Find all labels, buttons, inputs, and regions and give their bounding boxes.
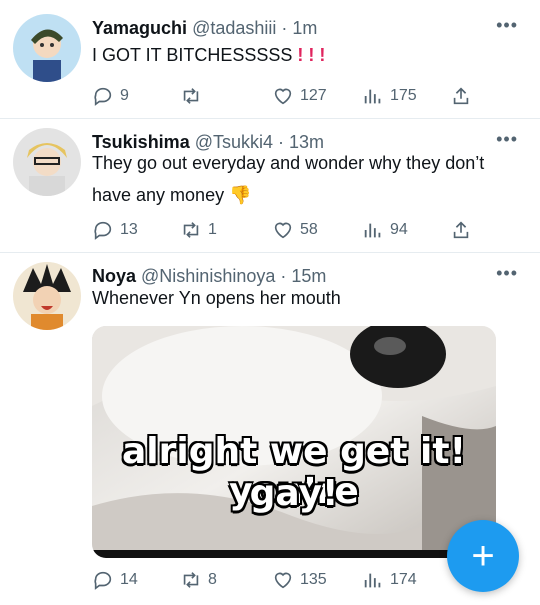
views-icon <box>364 89 381 104</box>
reply-button[interactable]: 13 <box>92 217 138 243</box>
avatar[interactable] <box>13 128 81 196</box>
tweet-text: I GOT IT BITCHESSSSS ! ! ! <box>92 40 522 70</box>
reply-count: 14 <box>120 571 138 588</box>
share-button[interactable] <box>450 217 478 243</box>
tweet-2[interactable]: Tsukishima @Tsukki4 · 13m ••• They go ou… <box>0 119 540 252</box>
heart-icon <box>274 572 292 589</box>
compose-tweet-button[interactable]: + <box>447 520 519 592</box>
retweet-icon <box>183 222 199 238</box>
tweet-text: They go out everyday and wonder why they… <box>92 147 522 211</box>
timestamp[interactable]: · 1m <box>281 18 317 38</box>
tweet-1[interactable]: Yamaguchi @tadashiii · 1m ••• I GOT IT B… <box>0 0 540 118</box>
handle[interactable]: @tadashiii <box>192 18 276 38</box>
like-button[interactable]: 127 <box>272 83 327 109</box>
reply-count: 9 <box>120 87 129 104</box>
like-count: 135 <box>300 571 327 588</box>
reply-count: 13 <box>120 221 138 238</box>
meme-caption-line-2: gay! <box>249 473 339 514</box>
avatar[interactable] <box>13 262 81 330</box>
exclamation-emoji: ! ! ! <box>297 45 326 65</box>
retweet-button[interactable] <box>180 83 208 109</box>
views-button[interactable]: 174 <box>362 567 417 593</box>
views-button[interactable]: 175 <box>362 83 417 109</box>
retweet-count: 8 <box>208 571 217 588</box>
more-options-icon[interactable]: ••• <box>496 16 518 34</box>
retweet-count: 1 <box>208 221 217 238</box>
like-button[interactable]: 58 <box>272 217 318 243</box>
display-name[interactable]: Yamaguchi <box>92 18 187 38</box>
views-count: 174 <box>390 571 417 588</box>
tweet-actions: 13 1 58 94 <box>92 217 482 243</box>
tweet-actions: 14 8 135 174 <box>92 567 482 593</box>
retweet-button[interactable]: 1 <box>180 217 217 243</box>
like-count: 127 <box>300 87 327 104</box>
reply-icon <box>94 221 112 240</box>
reply-icon <box>94 571 112 590</box>
more-options-icon[interactable]: ••• <box>496 130 518 148</box>
reply-icon <box>94 87 112 106</box>
tweet-media-image[interactable]: alright we get it! you’re gay! <box>92 326 496 558</box>
like-button[interactable]: 135 <box>272 567 327 593</box>
views-count: 175 <box>390 87 417 104</box>
more-options-icon[interactable]: ••• <box>496 264 518 282</box>
retweet-icon <box>183 572 199 588</box>
thumbs-down-emoji: 👎 <box>229 185 252 205</box>
tweet-text-body: They go out everyday and wonder why they… <box>92 153 485 205</box>
retweet-button[interactable]: 8 <box>180 567 217 593</box>
tweet-header: Yamaguchi @tadashiii · 1m <box>92 17 317 39</box>
heart-icon <box>274 222 292 239</box>
reply-button[interactable]: 14 <box>92 567 138 593</box>
tweet-actions: 9 127 175 <box>92 83 482 109</box>
share-icon <box>453 87 469 105</box>
tweet-text: Whenever Yn opens her mouth <box>92 288 341 308</box>
share-icon <box>453 221 469 239</box>
views-count: 94 <box>390 221 408 238</box>
like-count: 58 <box>300 221 318 238</box>
views-button[interactable]: 94 <box>362 217 408 243</box>
retweet-icon <box>183 88 199 104</box>
views-icon <box>364 573 381 588</box>
views-icon <box>364 223 381 238</box>
share-button[interactable] <box>450 83 478 109</box>
heart-icon <box>274 88 292 105</box>
reply-button[interactable]: 9 <box>92 83 129 109</box>
tweet-text-body: I GOT IT BITCHESSSSS <box>92 45 293 65</box>
avatar[interactable] <box>13 14 81 82</box>
